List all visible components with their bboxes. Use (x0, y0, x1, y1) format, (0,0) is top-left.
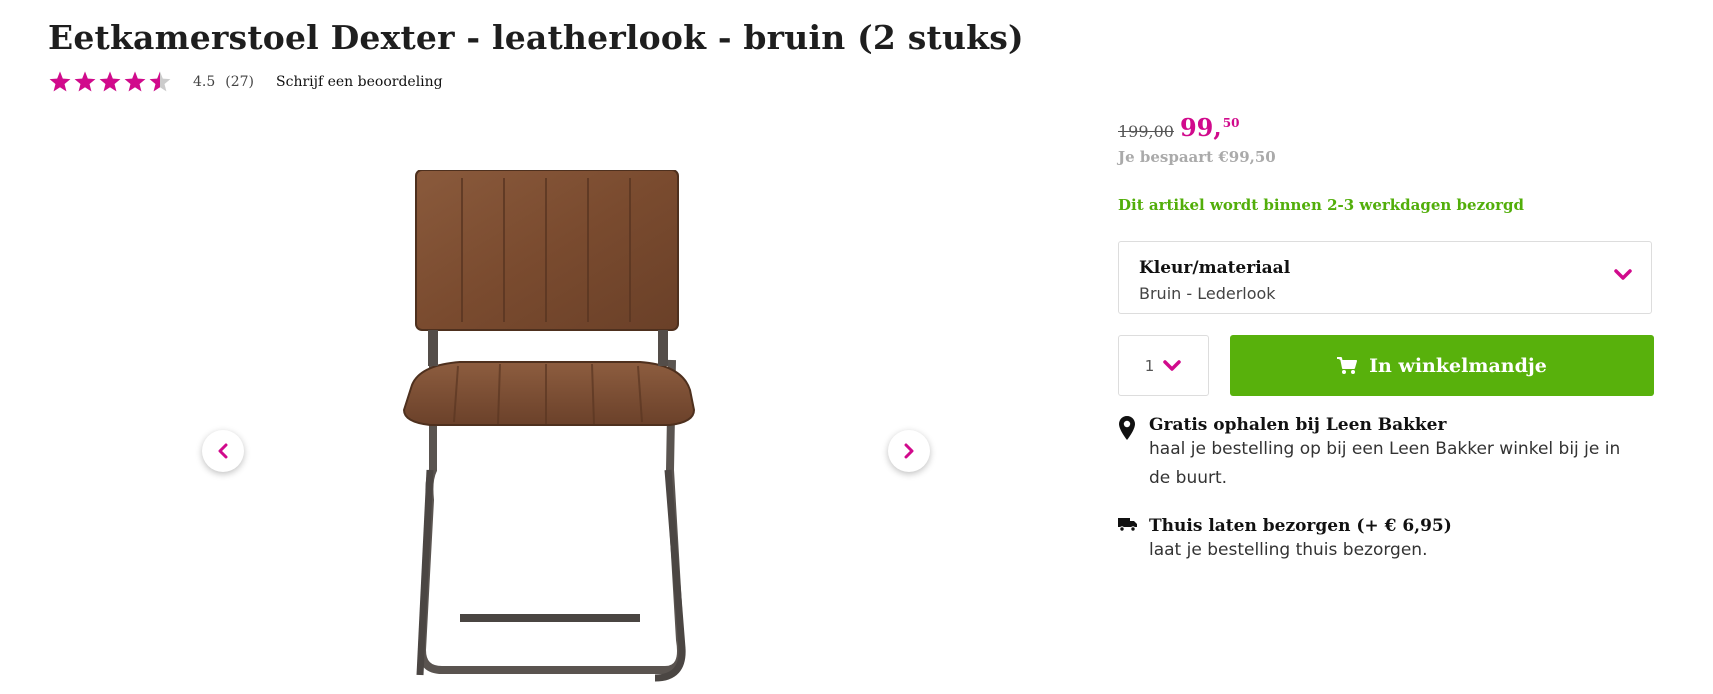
chevron-down-icon (1614, 269, 1632, 280)
truck-icon (1118, 518, 1137, 532)
map-pin-icon (1119, 416, 1135, 440)
star-icon (99, 71, 121, 92)
shopping-cart-icon (1337, 356, 1358, 374)
star-icon (49, 71, 71, 92)
delivery-note: Dit artikel wordt binnen 2-3 werkdagen b… (1118, 196, 1524, 214)
variant-value: Bruin - Lederlook (1139, 284, 1276, 303)
quantity-value: 1 (1144, 356, 1155, 375)
rating-row: 4.5 (27) Schrijf een beoordeling (48, 70, 443, 94)
pickup-info: Gratis ophalen bij Leen Bakker haal je b… (1118, 415, 1620, 493)
product-title: Eetkamerstoel Dexter - leatherlook - bru… (48, 18, 1024, 57)
gallery-prev-button[interactable] (202, 430, 244, 472)
pickup-text-line1: haal je bestelling op bij een Leen Bakke… (1149, 439, 1621, 459)
chevron-right-icon (904, 443, 914, 459)
new-price: 99, (1179, 113, 1222, 142)
new-price-cents: 50 (1222, 116, 1240, 130)
star-icon (149, 71, 171, 92)
home-delivery-title: Thuis laten bezorgen (+ € 6,95) (1149, 516, 1452, 536)
quantity-select[interactable]: 1 (1118, 335, 1209, 396)
write-review-link[interactable]: Schrijf een beoordeling (276, 74, 443, 90)
product-image-gallery (150, 150, 980, 690)
variant-label: Kleur/materiaal (1139, 258, 1291, 278)
old-price: 199,00 (1118, 122, 1174, 141)
rating-stars (48, 70, 172, 94)
savings-text: Je bespaart €99,50 (1118, 148, 1276, 166)
star-icon (74, 71, 96, 92)
rating-score: 4.5 (193, 74, 216, 90)
pickup-title: Gratis ophalen bij Leen Bakker (1149, 415, 1447, 435)
product-image-chair (400, 169, 740, 690)
rating-count[interactable]: (27) (225, 74, 254, 90)
add-to-cart-label: In winkelmandje (1369, 354, 1547, 377)
variant-select[interactable]: Kleur/materiaal Bruin - Lederlook (1118, 241, 1652, 314)
chevron-left-icon (218, 443, 228, 459)
gallery-next-button[interactable] (888, 430, 930, 472)
price-row: 199,00 99, 50 (1118, 114, 1239, 142)
home-delivery-info: Thuis laten bezorgen (+ € 6,95) laat je … (1118, 516, 1452, 565)
home-delivery-text: laat je bestelling thuis bezorgen. (1149, 540, 1428, 560)
add-to-cart-button[interactable]: In winkelmandje (1230, 335, 1654, 396)
chevron-down-icon (1163, 359, 1182, 371)
star-icon (124, 71, 146, 92)
pickup-text-line2: de buurt. (1149, 468, 1228, 488)
